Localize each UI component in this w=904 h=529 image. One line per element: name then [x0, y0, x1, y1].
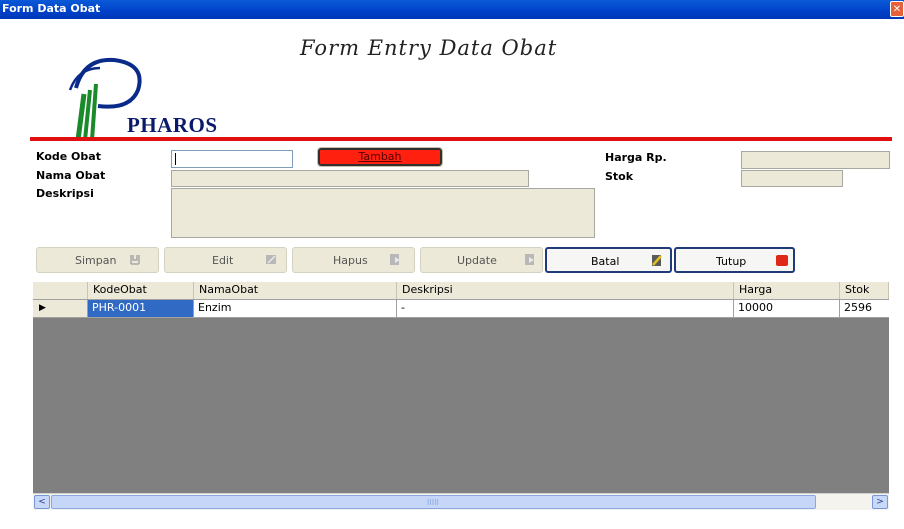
- col-header-stok[interactable]: Stok: [840, 282, 889, 299]
- tambah-button[interactable]: Tambah: [317, 147, 443, 167]
- nama-obat-label: Nama Obat: [36, 169, 106, 182]
- col-header-kodeobat[interactable]: KodeObat: [88, 282, 194, 299]
- chevron-left-icon: <: [38, 497, 46, 507]
- harga-field[interactable]: [741, 151, 890, 169]
- cell-stok[interactable]: 2596: [840, 300, 889, 317]
- update-icon: [525, 254, 534, 265]
- stok-field[interactable]: [741, 170, 843, 187]
- edit-icon: [266, 255, 276, 264]
- kode-obat-label: Kode Obat: [36, 150, 101, 163]
- update-button[interactable]: Update: [420, 247, 543, 273]
- row-indicator-header: [33, 282, 88, 299]
- logo-text: PHAROS: [127, 113, 218, 137]
- tutup-button[interactable]: Tutup: [674, 247, 795, 273]
- stok-label: Stok: [605, 170, 634, 183]
- batal-button[interactable]: Batal: [545, 247, 672, 273]
- col-header-harga[interactable]: Harga: [734, 282, 840, 299]
- scroll-thumb[interactable]: IIIII: [51, 495, 816, 509]
- kode-obat-field[interactable]: [171, 150, 293, 168]
- nama-obat-field[interactable]: [171, 170, 529, 187]
- cell-namaobat[interactable]: Enzim: [194, 300, 397, 317]
- simpan-button[interactable]: Simpan: [36, 247, 159, 273]
- deskripsi-label: Deskripsi: [36, 187, 94, 200]
- header-divider: [30, 137, 892, 141]
- data-grid[interactable]: KodeObat NamaObat Deskripsi Harga Stok ▶…: [33, 282, 889, 493]
- col-header-deskripsi[interactable]: Deskripsi: [397, 282, 734, 299]
- window-frame-left: [0, 19, 14, 529]
- grid-header: KodeObat NamaObat Deskripsi Harga Stok: [33, 282, 889, 300]
- edit-button[interactable]: Edit: [164, 247, 287, 273]
- grip-icon: IIIII: [427, 498, 439, 507]
- text-caret: [175, 153, 176, 165]
- cancel-icon: [652, 255, 662, 266]
- title-bar: Form Data Obat ✕: [0, 0, 904, 19]
- save-icon: [130, 255, 140, 265]
- horizontal-scrollbar[interactable]: < IIIII >: [33, 493, 889, 510]
- close-door-icon: [776, 255, 788, 266]
- harga-label: Harga Rp.: [605, 151, 667, 164]
- close-icon: ✕: [892, 4, 902, 15]
- table-row[interactable]: ▶ PHR-0001 Enzim - 10000 2596: [33, 300, 889, 318]
- close-button[interactable]: ✕: [890, 1, 904, 17]
- row-indicator-icon: ▶: [33, 300, 88, 317]
- scroll-right-button[interactable]: >: [872, 495, 888, 509]
- hapus-button[interactable]: Hapus: [292, 247, 415, 273]
- delete-icon: [390, 254, 400, 265]
- cell-kodeobat[interactable]: PHR-0001: [88, 300, 194, 317]
- cell-harga[interactable]: 10000: [734, 300, 840, 317]
- deskripsi-field[interactable]: [171, 188, 595, 238]
- window-title: Form Data Obat: [2, 2, 101, 15]
- chevron-right-icon: >: [876, 497, 884, 507]
- col-header-namaobat[interactable]: NamaObat: [194, 282, 397, 299]
- form-heading: Form Entry Data Obat: [300, 36, 558, 60]
- scroll-left-button[interactable]: <: [34, 495, 50, 509]
- cell-deskripsi[interactable]: -: [397, 300, 734, 317]
